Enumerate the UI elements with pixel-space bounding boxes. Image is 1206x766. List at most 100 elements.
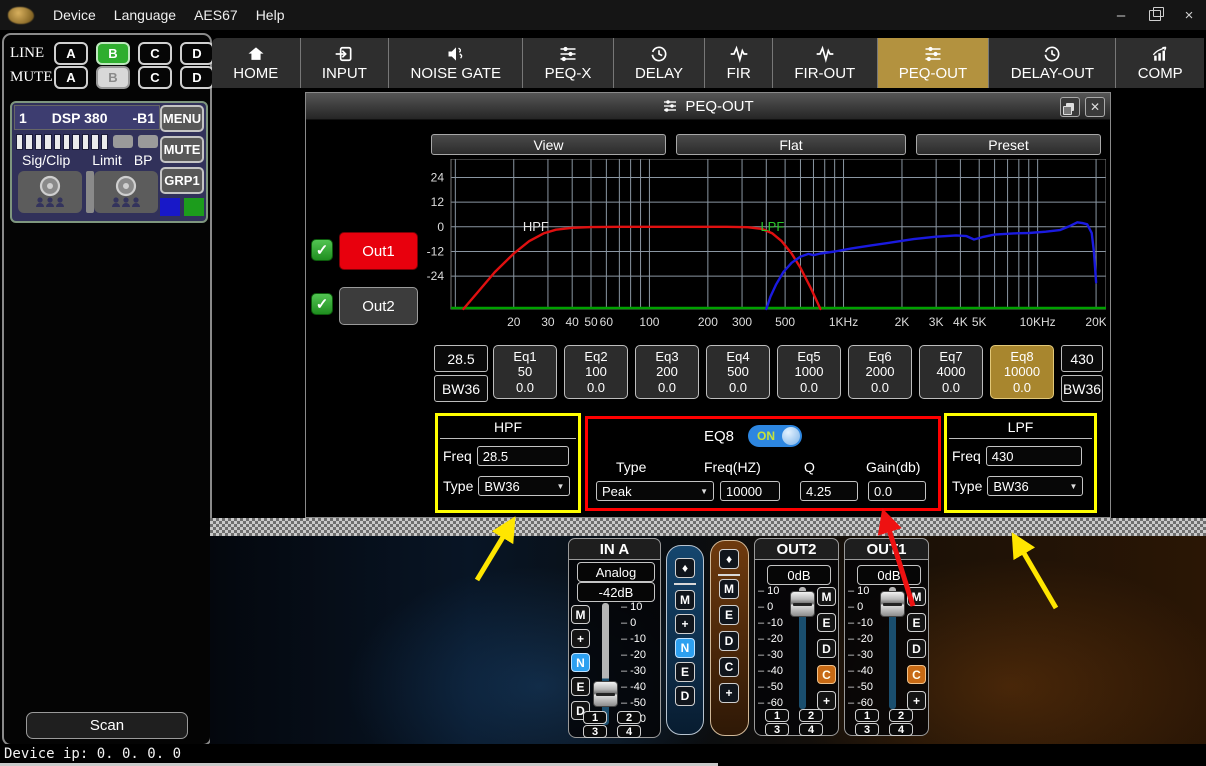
eq-band-7[interactable]: Eq740000.0: [919, 345, 983, 399]
out1-c-button[interactable]: C: [907, 665, 926, 684]
in-a-route-2[interactable]: 2: [617, 711, 641, 724]
pw-close-icon[interactable]: ✕: [1085, 97, 1105, 117]
in-a-plus-button[interactable]: +: [571, 629, 590, 648]
out1-button[interactable]: Out1: [339, 232, 418, 270]
splitter-handle[interactable]: [210, 518, 1206, 536]
out2-m-button[interactable]: M: [817, 587, 836, 606]
routing-c-button[interactable]: C: [719, 657, 739, 677]
out1-m-button[interactable]: M: [907, 587, 926, 606]
eq8-on-toggle[interactable]: ON: [748, 425, 802, 447]
diamond-icon-button[interactable]: ♦: [675, 558, 695, 578]
lpf-type-select[interactable]: BW36▼: [987, 476, 1083, 496]
out2-route-1[interactable]: 1: [765, 709, 789, 722]
peq-window-titlebar[interactable]: PEQ-OUT ✕: [306, 93, 1110, 120]
in-a-e-button[interactable]: E: [571, 677, 590, 696]
tab-fir-out[interactable]: FIR-OUT: [772, 38, 876, 88]
eq-band-1[interactable]: Eq1500.0: [493, 345, 557, 399]
close-icon[interactable]: ×: [1172, 0, 1206, 30]
tab-comp[interactable]: COMP: [1115, 38, 1204, 88]
routing-e-button[interactable]: E: [719, 605, 739, 625]
in-a-gain-value[interactable]: -42dB: [577, 582, 655, 602]
tab-input[interactable]: INPUT: [300, 38, 389, 88]
out2-plus-button[interactable]: +: [817, 691, 836, 710]
eq-band-5[interactable]: Eq510000.0: [777, 345, 841, 399]
device-card[interactable]: 1 DSP 380 -B1 Sig/Clip Limit BP: [10, 101, 208, 223]
tab-delay-out[interactable]: DELAY-OUT: [988, 38, 1115, 88]
restore-icon[interactable]: [1138, 0, 1172, 30]
in-a-fader-knob[interactable]: [593, 681, 618, 707]
eq8-type-select[interactable]: Peak▼: [596, 481, 714, 501]
minimize-icon[interactable]: –: [1104, 0, 1138, 30]
eq8-q-input[interactable]: 4.25: [800, 481, 858, 501]
menu-device[interactable]: Device: [44, 7, 105, 23]
out1-route-4[interactable]: 4: [889, 723, 913, 736]
routing-plus-button[interactable]: +: [719, 683, 739, 703]
in-a-route-3[interactable]: 3: [583, 725, 607, 738]
out2-checkbox[interactable]: ✓: [311, 293, 333, 315]
view-button[interactable]: View: [431, 134, 666, 155]
tab-peq-out[interactable]: PEQ-OUT: [877, 38, 989, 88]
out1-d-button[interactable]: D: [907, 639, 926, 658]
out2-fader-knob[interactable]: [790, 591, 815, 617]
out1-plus-button[interactable]: +: [907, 691, 926, 710]
eq-band-4[interactable]: Eq45000.0: [706, 345, 770, 399]
out2-route-3[interactable]: 3: [765, 723, 789, 736]
in-a-n-button[interactable]: N: [571, 653, 590, 672]
in-a-route-4[interactable]: 4: [617, 725, 641, 738]
mute-b-button[interactable]: B: [96, 66, 130, 89]
routing-e-button[interactable]: E: [675, 662, 695, 682]
eq8-freq-input[interactable]: 10000: [720, 481, 780, 501]
device-menu-button[interactable]: MENU: [160, 105, 204, 132]
eq-band-8[interactable]: Eq8100000.0: [990, 345, 1054, 399]
pw-restore-icon[interactable]: [1060, 97, 1080, 117]
eq-band-2[interactable]: Eq21000.0: [564, 345, 628, 399]
diamond-icon-button[interactable]: ♦: [719, 549, 739, 569]
out1-gain-value[interactable]: 0dB: [857, 565, 921, 585]
routing-d-button[interactable]: D: [719, 631, 739, 651]
out1-e-button[interactable]: E: [907, 613, 926, 632]
hpf-freq-input[interactable]: 28.5: [477, 446, 569, 466]
lpf-freq-input[interactable]: 430: [986, 446, 1082, 466]
routing-m-button[interactable]: M: [719, 579, 739, 599]
out2-button[interactable]: Out2: [339, 287, 418, 325]
out1-route-1[interactable]: 1: [855, 709, 879, 722]
in-a-m-button[interactable]: M: [571, 605, 590, 624]
flat-button[interactable]: Flat: [676, 134, 906, 155]
out1-route-3[interactable]: 3: [855, 723, 879, 736]
mute-a-button[interactable]: A: [54, 66, 88, 89]
line-b-button[interactable]: B: [96, 42, 130, 65]
out2-d-button[interactable]: D: [817, 639, 836, 658]
eq8-gain-input[interactable]: 0.0: [868, 481, 926, 501]
hpf-type-select[interactable]: BW36▼: [478, 476, 570, 496]
out2-route-2[interactable]: 2: [799, 709, 823, 722]
preset-button[interactable]: Preset: [916, 134, 1101, 155]
line-d-button[interactable]: D: [180, 42, 214, 65]
tab-peq-x[interactable]: PEQ-X: [522, 38, 612, 88]
device-mute-button[interactable]: MUTE: [160, 136, 204, 163]
tab-delay[interactable]: DELAY: [613, 38, 705, 88]
out1-fader-knob[interactable]: [880, 591, 905, 617]
out1-checkbox[interactable]: ✓: [311, 239, 333, 261]
menu-aes67[interactable]: AES67: [185, 7, 247, 23]
in-a-route-1[interactable]: 1: [583, 711, 607, 724]
out2-gain-value[interactable]: 0dB: [767, 565, 831, 585]
routing-n-button[interactable]: N: [675, 638, 695, 658]
out2-c-button[interactable]: C: [817, 665, 836, 684]
scan-button[interactable]: Scan: [26, 712, 188, 739]
out2-route-4[interactable]: 4: [799, 723, 823, 736]
eq-response-graph[interactable]: HPFLPF24120-12-2420304050601002003005001…: [406, 159, 1106, 333]
out1-route-2[interactable]: 2: [889, 709, 913, 722]
eq-band-6[interactable]: Eq620000.0: [848, 345, 912, 399]
tab-fir[interactable]: FIR: [704, 38, 772, 88]
line-a-button[interactable]: A: [54, 42, 88, 65]
in-a-source-button[interactable]: Analog: [577, 562, 655, 582]
routing-d-button[interactable]: D: [675, 686, 695, 706]
routing-plus-button[interactable]: +: [675, 614, 695, 634]
tab-noise-gate[interactable]: NOISE GATE: [388, 38, 522, 88]
menu-language[interactable]: Language: [105, 7, 185, 23]
line-c-button[interactable]: C: [138, 42, 172, 65]
routing-m-button[interactable]: M: [675, 590, 695, 610]
eq-band-3[interactable]: Eq32000.0: [635, 345, 699, 399]
tab-home[interactable]: HOME: [212, 38, 300, 88]
mute-d-button[interactable]: D: [180, 66, 214, 89]
